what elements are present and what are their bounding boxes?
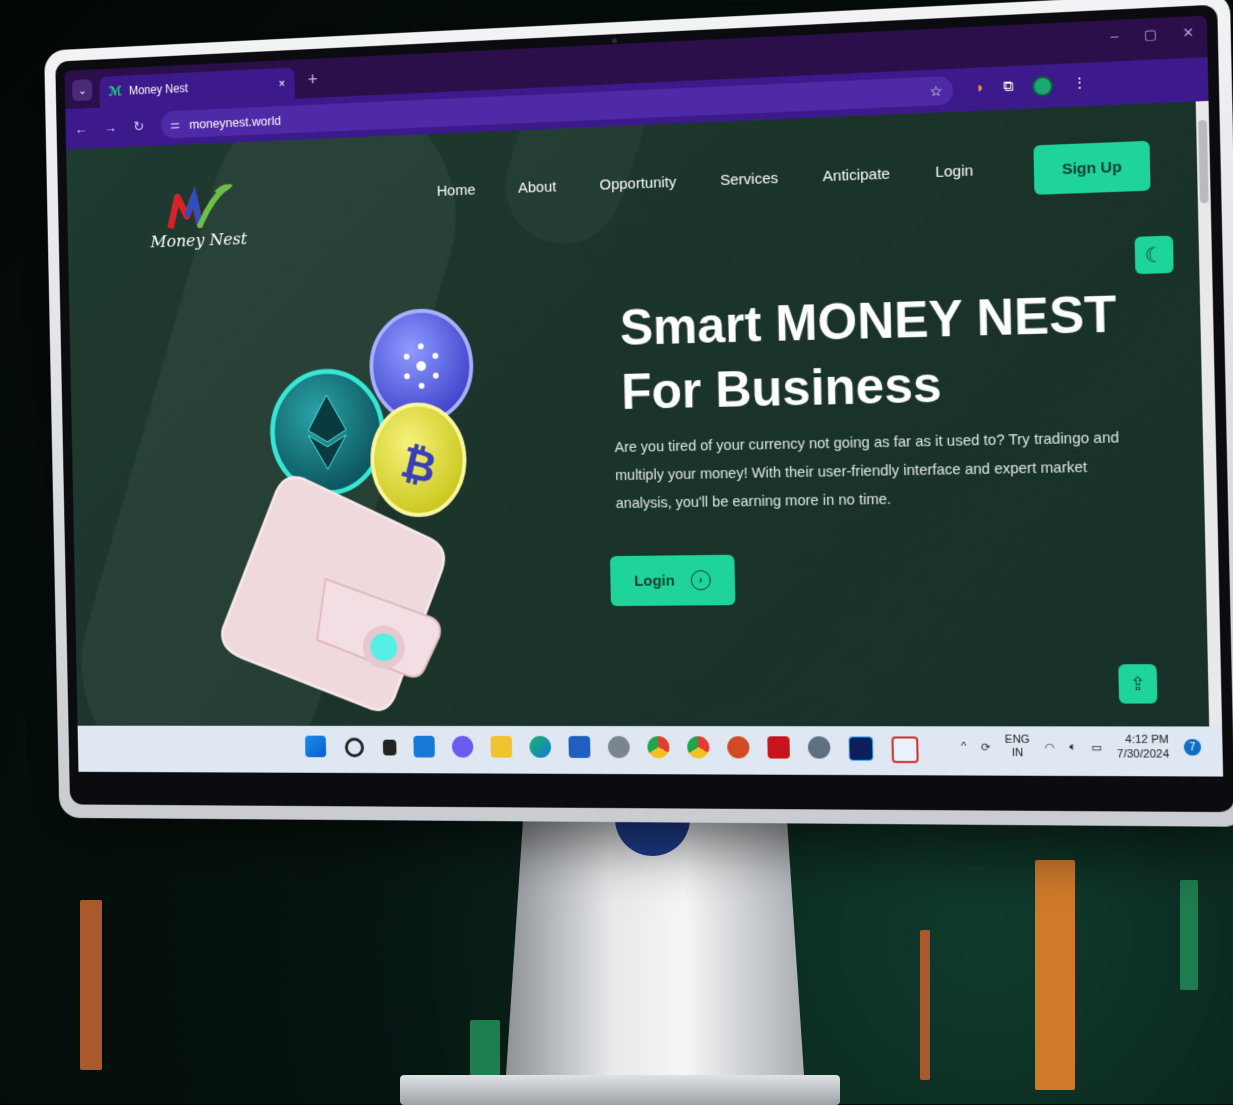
bitcoin-coin-icon: ₿ <box>371 404 465 516</box>
login-button-label: Login <box>634 571 675 590</box>
region-code: IN <box>1011 746 1024 760</box>
chrome-icon[interactable] <box>647 736 670 759</box>
tab-search-button[interactable]: ⌄ <box>72 79 93 102</box>
clock-time: 4:12 PM <box>1125 733 1169 747</box>
logo-mark-icon <box>149 181 252 233</box>
windows-taskbar: ^ ⟳ ENG IN ◠ 🔈︎ ▭ 4:12 PM 7/30/2024 7 <box>77 725 1224 777</box>
sync-icon[interactable]: ⟳ <box>981 740 991 753</box>
battery-icon[interactable]: ▭ <box>1091 740 1102 753</box>
window-close-button[interactable]: ✕ <box>1182 24 1194 41</box>
background-candle <box>80 900 102 1070</box>
close-icon[interactable]: × <box>278 77 285 91</box>
windows-start-icon[interactable] <box>304 735 327 758</box>
background-candle <box>920 930 930 1080</box>
back-icon[interactable]: ← <box>75 121 88 137</box>
monitor-stand-base <box>400 1075 840 1105</box>
page-scrollbar[interactable] <box>1195 100 1223 727</box>
hero-login-button[interactable]: Login › <box>609 554 736 607</box>
window-controls: – ▢ ✕ <box>1111 24 1195 45</box>
hero-title-line-1: Smart MONEY NEST <box>619 285 1118 356</box>
search-icon[interactable] <box>344 737 365 758</box>
new-tab-button[interactable]: + <box>308 69 318 90</box>
hero-title-line-2: For Business <box>620 355 943 420</box>
camera-icon <box>612 38 618 44</box>
site-info-icon[interactable]: ⚌ <box>170 118 180 132</box>
nav-anticipate[interactable]: Anticipate <box>823 165 891 185</box>
media-icon[interactable] <box>607 736 630 759</box>
background-candle <box>1180 880 1198 990</box>
monitor-stand <box>505 820 805 1090</box>
scroll-to-top-button[interactable]: ⇪ <box>1118 664 1158 704</box>
nav-login[interactable]: Login <box>935 162 973 181</box>
nav-home[interactable]: Home <box>437 182 476 200</box>
maximize-button[interactable]: ▢ <box>1144 26 1157 43</box>
forward-icon[interactable]: → <box>104 119 117 135</box>
snipping-tool-icon[interactable] <box>891 736 919 764</box>
tab-title: Money Nest <box>128 81 189 98</box>
wifi-icon[interactable]: ◠ <box>1044 740 1054 753</box>
nav-services[interactable]: Services <box>720 170 778 189</box>
favicon-icon: ℳ <box>108 83 122 99</box>
edge-icon[interactable] <box>529 735 552 758</box>
moon-icon: ☾ <box>1144 243 1164 268</box>
settings-gear-icon[interactable] <box>807 736 831 759</box>
reload-icon[interactable]: ↻ <box>133 118 144 135</box>
wallet-coins-illustration: ₿ <box>198 300 510 717</box>
monitor: ⌄ ℳ Money Nest × + – ▢ ✕ ← → ↻ ⚌ moneyne… <box>44 0 1233 827</box>
powerpoint-icon[interactable] <box>727 736 750 759</box>
photoshop-icon[interactable] <box>848 736 874 761</box>
language-indicator[interactable]: ENG IN <box>1005 734 1030 761</box>
clock-date: 7/30/2024 <box>1116 748 1170 761</box>
nav-about[interactable]: About <box>518 178 557 196</box>
puzzle-icon[interactable]: ⧉ <box>1003 77 1014 98</box>
taskbar-icons <box>304 735 919 764</box>
task-view-icon[interactable] <box>382 739 397 756</box>
hero-description: Are you tired of your currency not going… <box>614 430 1120 513</box>
hero-title: Smart MONEY NEST For Business <box>619 281 1118 424</box>
ethereum-coin-icon <box>271 370 383 494</box>
monitor-bezel: ⌄ ℳ Money Nest × + – ▢ ✕ ← → ↻ ⚌ moneyne… <box>55 4 1233 813</box>
widgets-icon[interactable] <box>413 735 435 758</box>
chrome-profile-icon[interactable] <box>687 736 710 759</box>
chevron-right-icon: › <box>690 570 711 591</box>
volume-icon[interactable]: 🔈︎ <box>1069 740 1076 753</box>
chevron-up-icon[interactable]: ^ <box>961 741 967 753</box>
bookmark-star-icon[interactable]: ☆ <box>929 82 942 100</box>
nav-opportunity[interactable]: Opportunity <box>599 174 676 194</box>
language-code: ENG <box>1004 733 1030 746</box>
system-tray: ^ ⟳ ENG IN ◠ 🔈︎ ▭ 4:12 PM 7/30/2024 7 <box>961 732 1202 761</box>
acrobat-icon[interactable] <box>767 736 790 759</box>
profile-avatar[interactable] <box>1032 75 1054 98</box>
logo-text: Money Nest <box>150 229 248 253</box>
site-logo[interactable]: Money Nest <box>149 181 253 262</box>
file-explorer-icon[interactable] <box>490 735 513 758</box>
sign-up-button[interactable]: Sign Up <box>1033 140 1151 195</box>
chat-icon[interactable] <box>451 735 474 758</box>
extension-icon[interactable]: ◗ <box>975 79 984 100</box>
scrollbar-thumb[interactable] <box>1198 119 1209 204</box>
background-candle <box>1035 860 1075 1090</box>
notification-badge[interactable]: 7 <box>1183 738 1202 756</box>
store-icon[interactable] <box>568 735 591 758</box>
extensions-area: ◗ ⧉ ⋮ <box>975 74 1087 99</box>
dark-mode-toggle[interactable]: ☾ <box>1134 235 1174 275</box>
screen: ⌄ ℳ Money Nest × + – ▢ ✕ ← → ↻ ⚌ moneyne… <box>64 15 1224 806</box>
clock[interactable]: 4:12 PM 7/30/2024 <box>1117 733 1170 762</box>
web-page: Money Nest Home About Opportunity Servic… <box>66 100 1223 727</box>
menu-dots-icon[interactable]: ⋮ <box>1072 74 1087 95</box>
upload-arrow-icon: ⇪ <box>1129 672 1147 694</box>
minimize-button[interactable]: – <box>1111 28 1119 45</box>
